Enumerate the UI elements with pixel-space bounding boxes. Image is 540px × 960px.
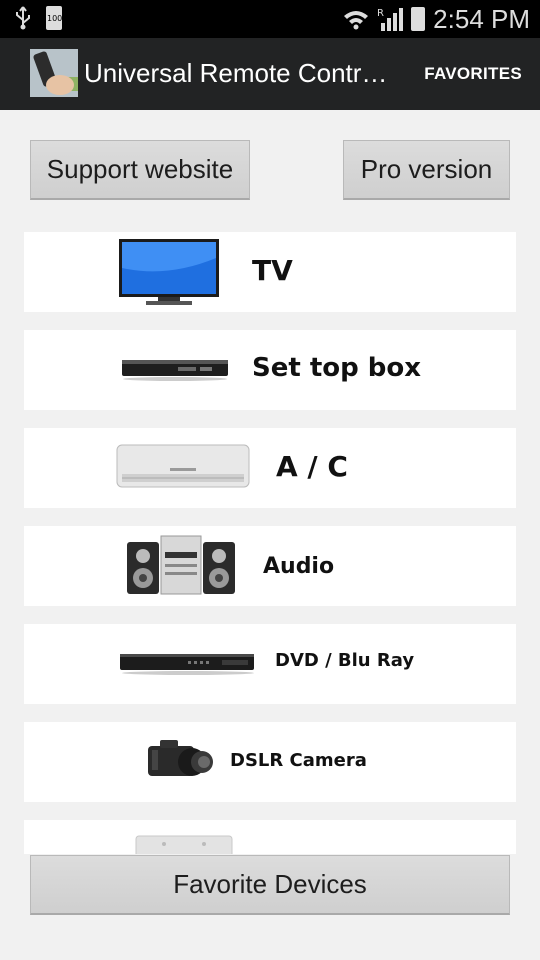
tv-icon [119, 239, 219, 305]
set-top-box-icon [122, 360, 228, 381]
battery-icon: 100 [46, 6, 62, 30]
support-website-button[interactable]: Support website [30, 140, 250, 200]
device-icon [135, 835, 233, 854]
status-bar: 100 R 2:54 PM [0, 0, 540, 38]
device-label: A / C [276, 450, 348, 483]
battery-full-icon [411, 7, 426, 31]
device-item-partial[interactable] [24, 820, 516, 854]
signal-icon: R [377, 8, 404, 31]
favorites-action[interactable]: FAVORITES [424, 64, 522, 84]
remote-icon [30, 49, 78, 97]
device-list: TV Set top box A / C Audio DVD / Blu Ray… [0, 232, 540, 854]
favorite-devices-button[interactable]: Favorite Devices [30, 855, 510, 915]
device-item-ac[interactable]: A / C [24, 428, 516, 508]
device-label: Set top box [252, 353, 422, 383]
app-title: Universal Remote Contr… [84, 58, 388, 88]
status-time: 2:54 PM [433, 3, 530, 34]
device-item-audio[interactable]: Audio [24, 526, 516, 606]
pro-version-button[interactable]: Pro version [343, 140, 510, 200]
audio-system-icon [127, 535, 235, 595]
app-icon[interactable] [30, 49, 78, 97]
device-item-tv[interactable]: TV [24, 232, 516, 312]
roaming-indicator: R [377, 8, 384, 19]
device-label: DVD / Blu Ray [275, 650, 415, 671]
battery-level: 100 [47, 14, 63, 23]
device-item-dslr-camera[interactable]: DSLR Camera [24, 722, 516, 802]
dvd-player-icon [120, 654, 254, 675]
camera-icon [148, 740, 213, 776]
air-conditioner-icon [116, 444, 250, 488]
wifi-icon [344, 11, 369, 30]
device-label: DSLR Camera [230, 750, 367, 771]
device-label: TV [252, 254, 293, 287]
usb-icon [16, 6, 30, 30]
device-label: Audio [263, 554, 335, 579]
action-bar: Universal Remote Contr… FAVORITES [0, 38, 540, 110]
device-item-dvd[interactable]: DVD / Blu Ray [24, 624, 516, 704]
device-item-set-top-box[interactable]: Set top box [24, 330, 516, 410]
